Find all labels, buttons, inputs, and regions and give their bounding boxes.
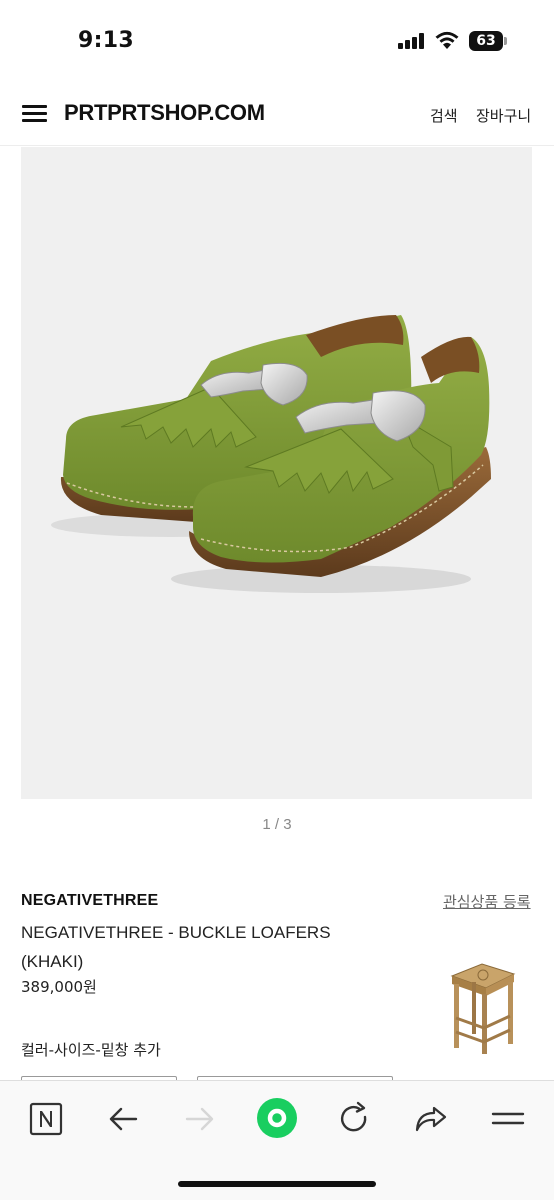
status-bar: 9:13 63 — [0, 0, 554, 80]
battery-icon: 63 — [469, 31, 507, 51]
forward-arrow-icon[interactable] — [180, 1099, 220, 1139]
site-logo[interactable]: PRTPRTSHOP.COM — [64, 100, 265, 126]
wishlist-link[interactable]: 관심상품 등록 — [443, 891, 531, 912]
status-time: 9:13 — [78, 28, 134, 53]
cart-link[interactable]: 장바구니 — [476, 105, 531, 126]
product-price: 389,000원 — [21, 978, 97, 996]
wifi-icon — [434, 30, 460, 50]
cellular-signal-icon — [398, 33, 424, 49]
green-home-icon[interactable] — [256, 1096, 298, 1140]
refresh-icon[interactable] — [334, 1099, 374, 1139]
option-label: 컬러-사이즈-밑창 추가 — [21, 1041, 161, 1059]
share-icon[interactable] — [410, 1099, 450, 1139]
naver-icon[interactable] — [26, 1099, 66, 1139]
gallery-pager: 1 / 3 — [262, 816, 292, 833]
product-image[interactable] — [21, 147, 532, 799]
search-link[interactable]: 검색 — [430, 105, 458, 126]
hamburger-menu-icon[interactable] — [22, 105, 47, 123]
back-arrow-icon[interactable] — [103, 1099, 143, 1139]
home-indicator — [178, 1181, 376, 1187]
brand-name[interactable]: NEGATIVETHREE — [21, 892, 158, 910]
site-header: PRTPRTSHOP.COM 검색 장바구니 — [0, 80, 554, 146]
stool-thumbnail-image[interactable] — [442, 958, 522, 1056]
product-title: NEGATIVETHREE - BUCKLE LOAFERS (KHAKI) — [21, 923, 331, 971]
menu-icon[interactable] — [488, 1099, 528, 1139]
battery-level: 63 — [469, 31, 503, 51]
